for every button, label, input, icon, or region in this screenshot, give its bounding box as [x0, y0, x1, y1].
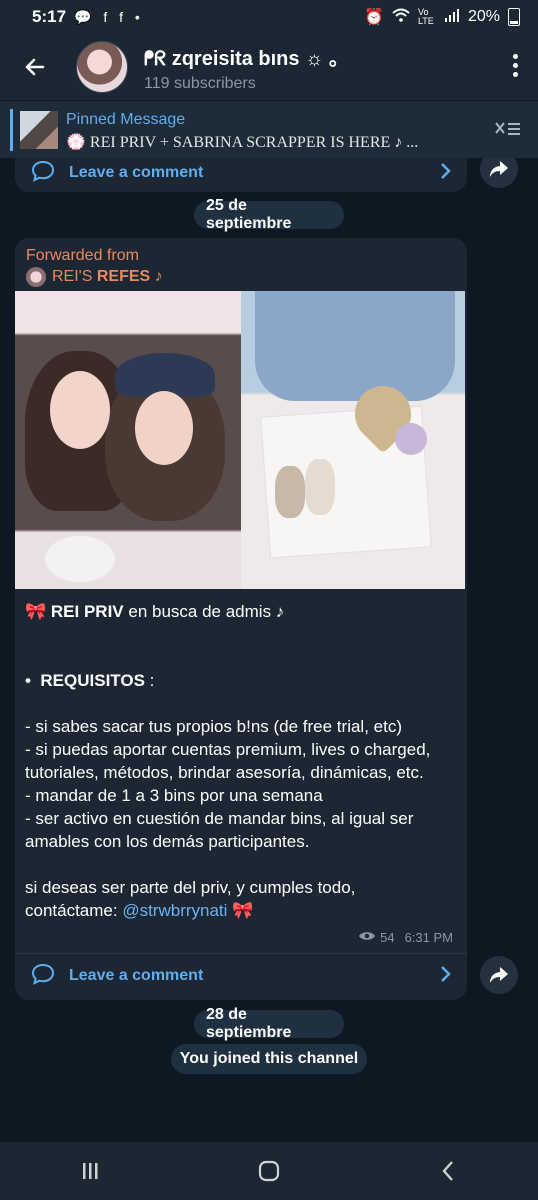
alarm-icon: ⏰: [364, 9, 384, 26]
notification-icons: 💬 f f •: [74, 8, 144, 25]
network-type-label: Vo LTE: [417, 7, 434, 26]
channel-title: ᖰᖇ zqreisita bıns ☼ ｡: [144, 47, 339, 70]
joined-notice: You joined this channel: [171, 1044, 367, 1074]
signal-icon: [444, 8, 460, 27]
system-nav-area: [0, 1142, 538, 1200]
requirements-colon: :: [144, 671, 155, 690]
leave-comment-label: Leave a comment: [69, 164, 204, 181]
eye-icon: [358, 930, 376, 945]
home-icon[interactable]: [239, 1151, 299, 1191]
status-bar: 5:17 💬 f f • ⏰ Vo LTE 20%: [0, 0, 538, 34]
unpin-icon[interactable]: [494, 119, 522, 144]
back-arrow-icon[interactable]: [10, 42, 60, 92]
subscriber-count: 119 subscribers: [144, 74, 256, 92]
leave-comment-label: Leave a comment: [69, 967, 204, 984]
more-vert-icon[interactable]: [513, 54, 518, 77]
forwarded-source[interactable]: REI'S REFES ♪: [26, 267, 163, 287]
system-nav-bar: [0, 1142, 538, 1200]
post-time: 6:31 PM: [404, 930, 453, 945]
source-suffix: ♪: [154, 268, 163, 285]
photo-flower: [395, 423, 427, 455]
chat-area[interactable]: Leave a comment 25 de septiembre Forward…: [0, 158, 538, 1142]
pinned-indicator: [10, 109, 13, 151]
channel-avatar[interactable]: [76, 41, 128, 93]
forwarded-label: Forwarded from: [26, 247, 139, 264]
leave-comment-button-prev[interactable]: Leave a comment: [15, 158, 467, 193]
pinned-thumbnail: [20, 111, 58, 149]
previous-post-footer: Leave a comment: [15, 158, 467, 192]
share-icon[interactable]: [480, 158, 518, 188]
requirement-item: - si puedas aportar cuentas premium, liv…: [25, 740, 431, 782]
battery-icon: [508, 8, 520, 26]
date-chip: 28 de septiembre: [194, 1006, 344, 1041]
view-count: 54: [380, 930, 395, 945]
requirement-item: - ser activo en cuestión de mandar bins,…: [25, 809, 414, 851]
intro-text: en busca de admis ♪: [123, 602, 285, 621]
bullet: •: [25, 671, 31, 690]
recent-apps-icon[interactable]: [60, 1151, 120, 1191]
post-photo[interactable]: [15, 291, 465, 589]
chevron-right-icon: [439, 965, 451, 988]
photo-toy: [275, 466, 305, 518]
photo-face: [50, 371, 110, 449]
channel-header: ᖰᖇ zqreisita bıns ☼ ｡ 119 subscribers: [0, 34, 538, 100]
leave-comment-button[interactable]: Leave a comment: [15, 956, 467, 996]
ribbon-emoji: 🎀: [227, 901, 254, 920]
requirement-item: - si sabes sacar tus propios b!ns (de fr…: [25, 717, 402, 736]
contact-handle-link[interactable]: @strwbrrynati: [122, 901, 227, 920]
requirement-item: - mandar de 1 a 3 bins por una semana: [25, 786, 323, 805]
wifi-icon: [392, 8, 410, 27]
photo-flower: [45, 536, 115, 582]
pinned-title: Pinned Message: [66, 111, 186, 128]
back-nav-icon[interactable]: [418, 1151, 478, 1191]
source-prefix: REI'S: [52, 268, 93, 285]
contact-label: contáctame:: [25, 901, 123, 920]
status-right: ⏰ Vo LTE 20%: [364, 7, 520, 27]
closing-line: si deseas ser parte del priv, y cumples …: [25, 878, 356, 897]
post-text: 🎀 REI PRIV en busca de admis ♪ • REQUISI…: [25, 600, 457, 922]
post-meta: 54 6:31 PM: [358, 930, 453, 945]
divider: [15, 953, 467, 954]
battery-percent: 20%: [467, 8, 500, 25]
chevron-right-icon: [439, 162, 451, 185]
channel-info[interactable]: ᖰᖇ zqreisita bıns ☼ ｡ 119 subscribers: [144, 42, 339, 93]
requirements-title: REQUISITOS: [40, 671, 145, 690]
comment-icon: [31, 160, 55, 187]
share-icon[interactable]: [480, 956, 518, 994]
channel-post[interactable]: Forwarded from REI'S REFES ♪ 🎀 REI PRIV …: [15, 238, 467, 1000]
photo-toy: [305, 459, 335, 515]
comment-icon: [31, 963, 55, 990]
priv-name: REI PRIV: [50, 602, 124, 621]
ribbon-emoji: 🎀: [25, 602, 47, 621]
photo-shorts: [255, 291, 455, 401]
date-chip: 25 de septiembre: [194, 197, 344, 232]
pinned-text: 💮 REI PRIV + SABRINA SCRAPPER IS HERE ♪ …: [66, 134, 419, 151]
status-time: 5:17: [32, 7, 67, 26]
source-avatar: [26, 267, 46, 287]
photo-face: [135, 391, 193, 465]
pinned-message-bar[interactable]: Pinned Message 💮 REI PRIV + SABRINA SCRA…: [0, 100, 538, 159]
source-bold: REFES: [96, 268, 151, 285]
